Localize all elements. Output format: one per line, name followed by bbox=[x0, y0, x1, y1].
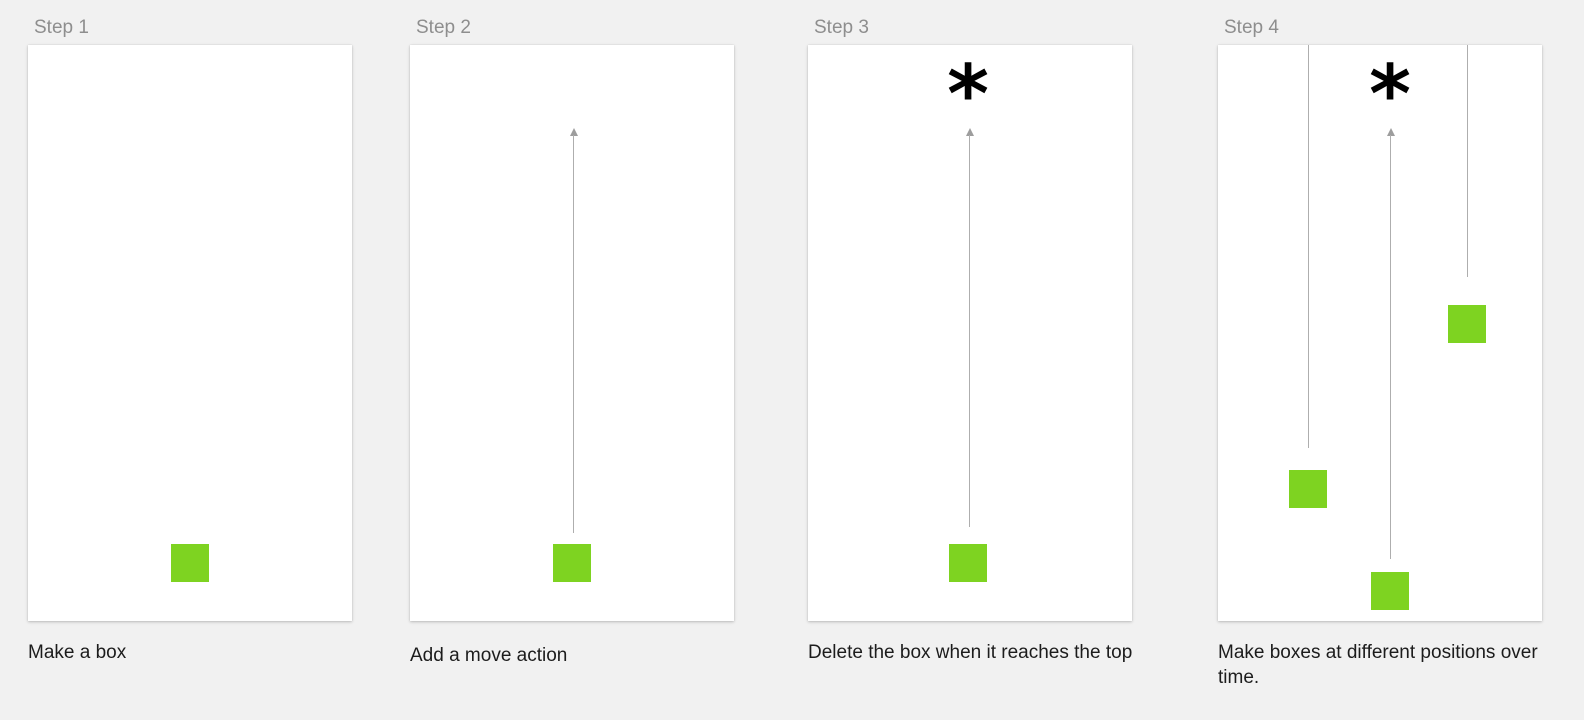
step-2-panel: Step 2 Add a move action bbox=[410, 0, 740, 720]
move-path-line bbox=[969, 135, 970, 527]
asterisk-icon: * bbox=[1369, 48, 1411, 141]
green-box bbox=[1448, 305, 1486, 343]
arrow-up-icon bbox=[966, 128, 974, 136]
green-box bbox=[553, 544, 591, 582]
arrow-up-icon bbox=[1387, 128, 1395, 136]
step-4-canvas: * bbox=[1218, 45, 1542, 621]
move-path-line bbox=[1390, 135, 1391, 559]
arrow-up-icon bbox=[570, 128, 578, 136]
step-2-canvas bbox=[410, 45, 734, 621]
step-3-canvas: * bbox=[808, 45, 1132, 621]
green-box bbox=[171, 544, 209, 582]
step-caption: Add a move action bbox=[410, 645, 568, 666]
step-title: Step 1 bbox=[34, 17, 89, 38]
step-caption: Make boxes at different positions over t… bbox=[1218, 642, 1538, 688]
step-caption: Make a box bbox=[28, 642, 127, 663]
step-title: Step 4 bbox=[1224, 17, 1279, 38]
step-title: Step 3 bbox=[814, 17, 869, 38]
green-box bbox=[1371, 572, 1409, 610]
green-box bbox=[949, 544, 987, 582]
step-3-panel: Step 3 * Delete the box when it reaches … bbox=[808, 0, 1138, 720]
step-1-panel: Step 1 Make a box bbox=[28, 0, 358, 720]
step-4-panel: Step 4 * Make boxes at different positio… bbox=[1218, 0, 1548, 720]
green-box bbox=[1289, 470, 1327, 508]
move-path-line bbox=[573, 135, 574, 533]
move-path-line bbox=[1467, 45, 1468, 277]
step-1-canvas bbox=[28, 45, 352, 621]
step-caption: Delete the box when it reaches the top bbox=[808, 642, 1133, 663]
move-path-line bbox=[1308, 45, 1309, 448]
asterisk-icon: * bbox=[947, 48, 989, 141]
step-title: Step 2 bbox=[416, 17, 471, 38]
